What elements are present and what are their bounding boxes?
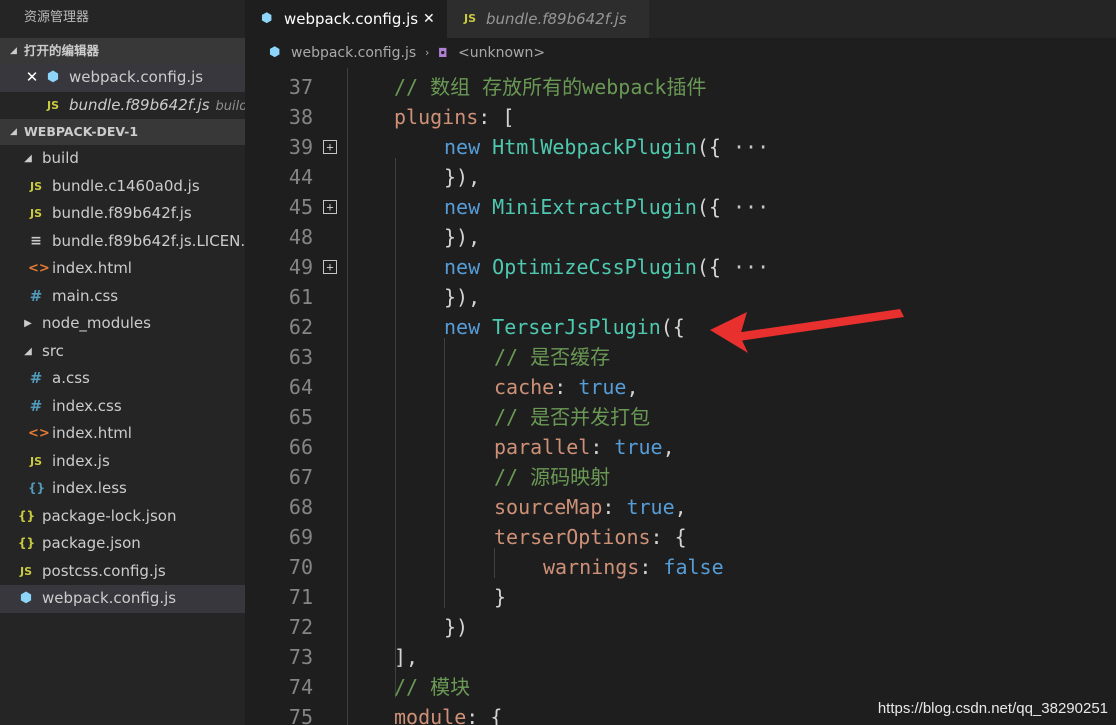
tree-label: package.json	[42, 534, 141, 552]
tree-label: node_modules	[42, 314, 151, 332]
tree-item[interactable]: ⬢ webpack.config.js	[0, 585, 245, 613]
chevron-down-icon: ◢	[24, 345, 32, 357]
css-file-icon: #	[29, 369, 43, 387]
css-file-icon: #	[29, 286, 43, 305]
tree-label: src	[42, 341, 64, 360]
js-file-icon: JS	[46, 98, 59, 112]
annotation-arrow	[710, 309, 904, 353]
symbol-icon: ◘	[438, 46, 448, 60]
html-file-icon: <>	[28, 261, 50, 276]
breadcrumb-symbol[interactable]: <unknown>	[458, 38, 545, 68]
html-file-icon: <>	[28, 426, 50, 441]
webpack-file-icon: ⬢	[19, 590, 33, 606]
tree-label: webpack.config.js	[42, 589, 177, 607]
tree-item[interactable]: # a.css	[0, 365, 245, 393]
tab-webpack-config[interactable]: ⬢ webpack.config.js ✕	[245, 0, 447, 38]
tree-folder-build[interactable]: ◢ build	[0, 145, 245, 173]
webpack-file-icon: ⬢	[269, 45, 281, 60]
json-file-icon: {}	[18, 536, 36, 550]
tree-label: index.js	[52, 451, 110, 470]
code-editor[interactable]: 37 38 39 44 45 48 49 61 62 63 64 65 66 6…	[245, 68, 1116, 725]
open-editor-item-bundle[interactable]: JS bundle.f89b642f.js build	[0, 92, 245, 120]
tree-item[interactable]: {} package-lock.json	[0, 503, 245, 531]
open-editor-item-webpack-config[interactable]: ✕ ⬢ webpack.config.js	[0, 64, 245, 92]
open-editor-description: build	[215, 98, 245, 114]
open-editor-label: webpack.config.js	[69, 68, 204, 86]
explorer-sidebar: 资源管理器 ◢ 打开的编辑器 ✕ ⬢ webpack.config.js JS …	[0, 0, 245, 725]
text-file-icon: ≡	[30, 232, 42, 249]
tree-label: bundle.f89b642f.js	[52, 204, 192, 222]
tree-item[interactable]: # main.css	[0, 283, 245, 311]
open-editor-label: bundle.f89b642f.js	[69, 95, 210, 114]
tree-label: index.css	[52, 396, 122, 415]
js-file-icon: JS	[29, 454, 42, 468]
js-file-icon: JS	[29, 179, 42, 193]
tree-folder-node-modules[interactable]: ▶ node_modules	[0, 310, 245, 338]
tree-label: index.html	[52, 259, 132, 277]
project-header[interactable]: ◢ WEBPACK-DEV-1	[0, 119, 245, 145]
open-editors-label: 打开的编辑器	[24, 43, 100, 58]
webpack-file-icon: ⬢	[46, 69, 60, 85]
tree-item[interactable]: <> index.html	[0, 420, 245, 448]
editor-tab-bar: ⬢ webpack.config.js ✕ JS bundle.f89b642f…	[245, 0, 1116, 38]
tree-label: index.html	[52, 424, 132, 442]
chevron-right-icon: ›	[425, 46, 430, 59]
tree-item[interactable]: # index.css	[0, 393, 245, 421]
tree-label: package-lock.json	[42, 506, 177, 525]
explorer-title: 资源管理器	[24, 10, 90, 25]
tree-item[interactable]: {} index.less	[0, 475, 245, 503]
chevron-down-icon: ◢	[24, 153, 32, 164]
tree-item[interactable]: JS index.js	[0, 448, 245, 476]
tree-item[interactable]: <> index.html	[0, 255, 245, 283]
tree-folder-src[interactable]: ◢ src	[0, 338, 245, 366]
tree-label: postcss.config.js	[42, 561, 166, 580]
open-editors-header[interactable]: ◢ 打开的编辑器	[0, 38, 245, 64]
chevron-down-icon: ◢	[10, 127, 17, 137]
close-icon[interactable]: ✕	[24, 64, 40, 92]
js-file-icon: JS	[19, 564, 32, 578]
tree-item[interactable]: {} package.json	[0, 530, 245, 558]
chevron-down-icon: ◢	[10, 46, 17, 56]
js-file-icon: JS	[464, 12, 477, 25]
tree-label: index.less	[52, 479, 127, 497]
tab-bundle[interactable]: JS bundle.f89b642f.js	[447, 0, 649, 38]
webpack-file-icon: ⬢	[261, 11, 273, 26]
tree-item[interactable]: ≡ bundle.f89b642f.js.LICEN...	[0, 228, 245, 256]
tree-label: bundle.c1460a0d.js	[52, 176, 200, 195]
tree-label: main.css	[52, 286, 119, 305]
json-file-icon: {}	[18, 508, 36, 523]
breadcrumb-file[interactable]: webpack.config.js	[291, 38, 416, 68]
watermark-text: https://blog.csdn.net/qq_38290251	[877, 700, 1108, 717]
tree-label: bundle.f89b642f.js.LICEN...	[52, 231, 245, 250]
breadcrumb: ⬢ webpack.config.js › ◘ <unknown>	[245, 38, 1116, 68]
tab-label: webpack.config.js	[284, 10, 419, 28]
js-file-icon: JS	[29, 207, 42, 220]
chevron-right-icon: ▶	[24, 318, 32, 329]
tree-item[interactable]: JS postcss.config.js	[0, 558, 245, 586]
tree-item[interactable]: JS bundle.f89b642f.js	[0, 200, 245, 228]
close-icon[interactable]: ✕	[423, 0, 435, 38]
less-file-icon: {}	[28, 481, 46, 495]
project-label: WEBPACK-DEV-1	[24, 124, 139, 139]
tab-label: bundle.f89b642f.js	[486, 10, 627, 28]
css-file-icon: #	[29, 396, 43, 415]
tree-label: a.css	[52, 369, 90, 387]
tree-item[interactable]: JS bundle.c1460a0d.js	[0, 173, 245, 201]
tree-label: build	[42, 149, 79, 167]
